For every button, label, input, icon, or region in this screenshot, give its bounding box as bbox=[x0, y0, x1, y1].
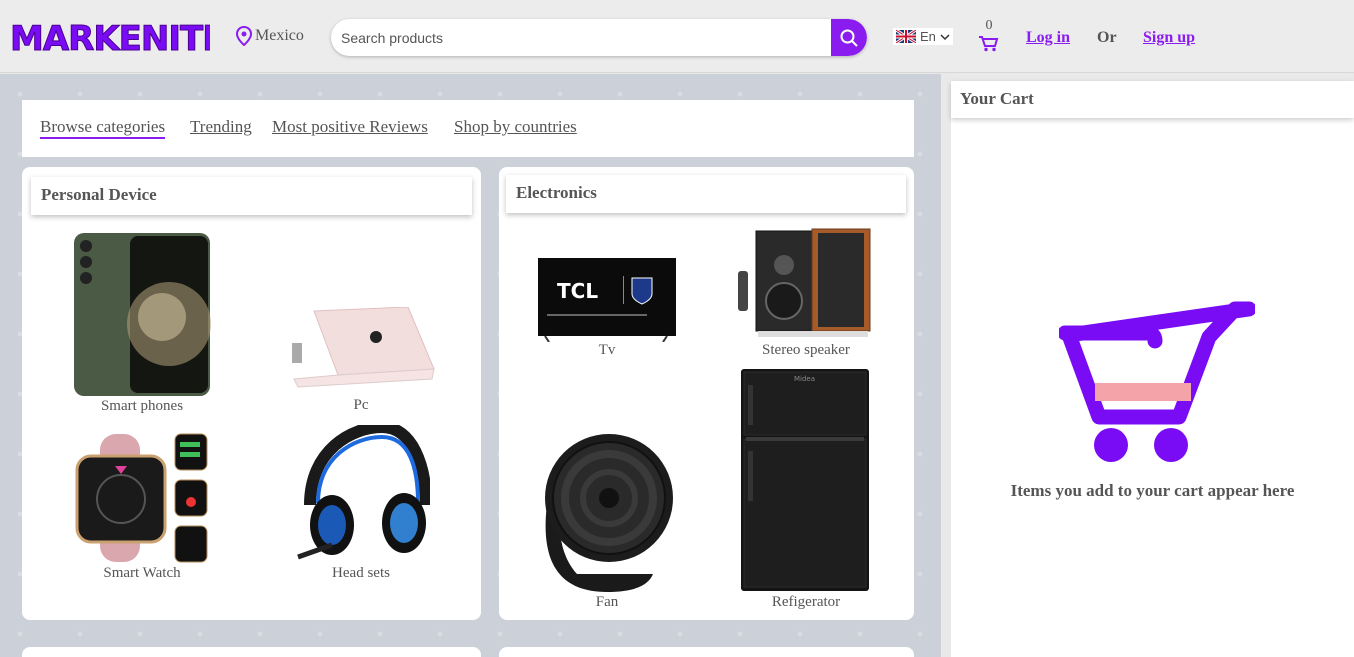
language-selector[interactable]: En bbox=[893, 28, 953, 45]
cart-title: Your Cart bbox=[951, 81, 1354, 118]
search-button[interactable] bbox=[831, 19, 867, 56]
svg-text:Midea: Midea bbox=[794, 375, 815, 383]
location-label: Mexico bbox=[255, 27, 304, 44]
item-label: Stereo speaker bbox=[762, 342, 850, 358]
location-selector[interactable]: Mexico bbox=[236, 26, 304, 46]
tab-browse-categories[interactable]: Browse categories bbox=[40, 117, 166, 139]
markenite-logo[interactable]: MARKENITE bbox=[10, 16, 210, 57]
category-item-smart-phones[interactable]: Smart phones bbox=[72, 232, 212, 414]
cart-count: 0 bbox=[985, 18, 993, 33]
uk-flag-icon bbox=[896, 30, 916, 43]
search-icon bbox=[840, 29, 858, 47]
cart-panel: Your Cart Items you add to your cart app… bbox=[951, 81, 1354, 657]
category-card-partial bbox=[499, 647, 914, 657]
category-item-pc[interactable]: Pc bbox=[286, 306, 436, 417]
category-item-head-sets[interactable]: Head sets bbox=[292, 420, 432, 582]
category-card-personal-device: Personal Device Smart phones Pc Smart Wa… bbox=[22, 167, 481, 620]
empty-cart-icon bbox=[1059, 301, 1255, 462]
category-item-refigerator[interactable]: Midea Refigerator bbox=[736, 367, 876, 610]
svg-text:MARKENITE: MARKENITE bbox=[10, 19, 210, 56]
smartphone-image bbox=[74, 233, 211, 396]
item-label: Fan bbox=[595, 594, 619, 610]
header-cart[interactable]: 0 bbox=[978, 18, 1000, 57]
laptop-image bbox=[292, 306, 435, 388]
cart-icon bbox=[979, 36, 999, 52]
category-item-fan[interactable]: Fan bbox=[537, 434, 677, 610]
item-label: Refigerator bbox=[771, 594, 841, 610]
tab-most-positive-reviews[interactable]: Most positive Reviews bbox=[272, 117, 428, 137]
category-card-partial bbox=[22, 647, 481, 657]
chevron-down-icon bbox=[940, 33, 950, 40]
headset-image bbox=[297, 420, 432, 560]
language-label: En bbox=[920, 29, 936, 44]
login-link[interactable]: Log in bbox=[1026, 29, 1070, 47]
tab-trending[interactable]: Trending bbox=[190, 117, 252, 137]
signup-link[interactable]: Sign up bbox=[1143, 29, 1195, 47]
item-label: Smart Watch bbox=[103, 565, 181, 581]
or-separator: Or bbox=[1097, 29, 1117, 46]
smartwatch-image bbox=[75, 433, 208, 563]
item-label: Pc bbox=[353, 397, 369, 413]
item-label: Smart phones bbox=[100, 398, 184, 414]
fan-image bbox=[545, 434, 673, 592]
empty-cart-message: Items you add to your cart appear here bbox=[1010, 481, 1295, 500]
category-item-stereo-speaker[interactable]: Stereo speaker bbox=[736, 227, 876, 361]
top-header: MARKENITE Mexico En bbox=[0, 0, 1354, 73]
tv-image: TCL bbox=[538, 258, 676, 343]
search-bar bbox=[331, 19, 867, 56]
category-item-smart-watch[interactable]: Smart Watch bbox=[72, 432, 212, 582]
category-item-tv[interactable]: TCL Tv bbox=[537, 258, 677, 358]
category-card-electronics: Electronics TCL Tv Stereo speaker Fan Mi… bbox=[499, 167, 914, 620]
category-title: Electronics bbox=[506, 175, 906, 213]
tv-brand-text: TCL bbox=[557, 279, 598, 303]
category-tabs: Browse categories Trending Most positive… bbox=[22, 100, 914, 157]
item-label: Head sets bbox=[332, 565, 390, 581]
item-label: Tv bbox=[598, 342, 616, 358]
location-pin-icon bbox=[236, 26, 252, 46]
search-input[interactable] bbox=[341, 19, 821, 56]
refrigerator-image: Midea bbox=[741, 369, 869, 591]
tab-shop-by-countries[interactable]: Shop by countries bbox=[454, 117, 577, 137]
speaker-image bbox=[738, 228, 871, 337]
category-title: Personal Device bbox=[31, 177, 472, 215]
